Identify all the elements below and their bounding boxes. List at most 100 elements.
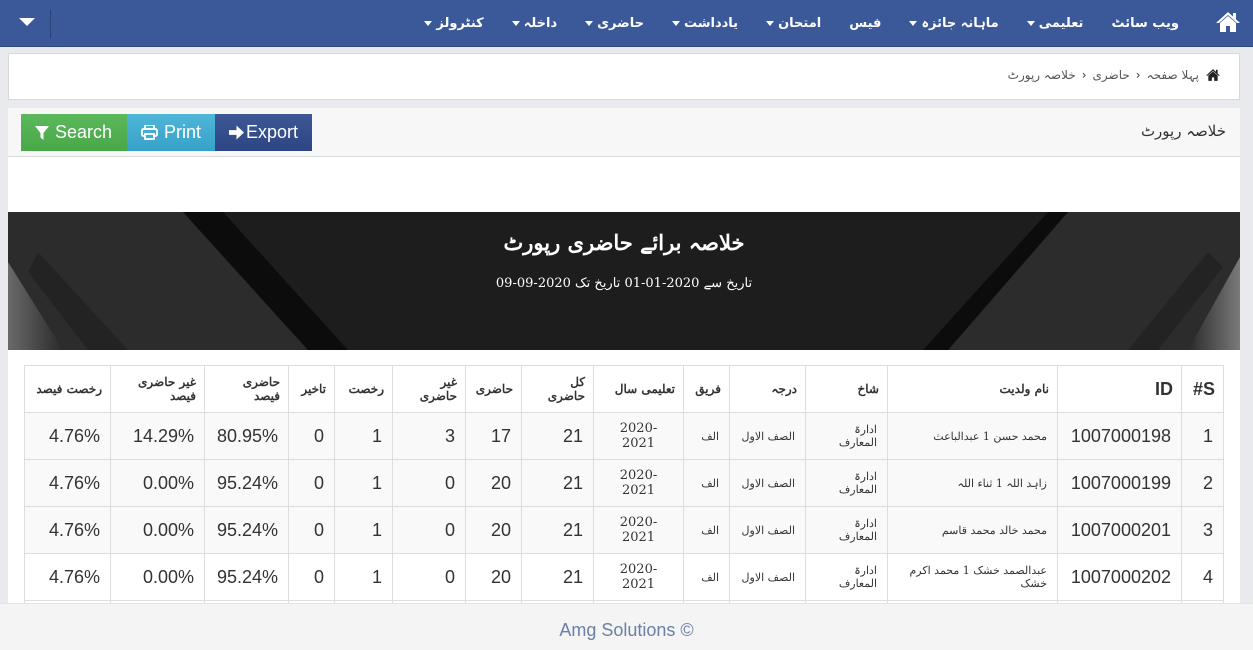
cell-absent: 0 — [392, 506, 466, 554]
caret-down-icon — [511, 21, 520, 26]
nav-item-label: امتحان — [778, 16, 822, 31]
table-header-row: S# ID نام ولدیت شاخ درجہ فریق تعلیمی سال… — [24, 365, 1224, 413]
home-icon[interactable] — [1205, 68, 1221, 82]
col-header-section[interactable]: فریق — [683, 365, 730, 413]
top-navbar: کنٹرولز داخلہ حاضری یادداشت امتحان فیس م… — [0, 0, 1253, 47]
chevron-left-icon: › — [1135, 68, 1141, 82]
nav-item-label: داخلہ — [523, 16, 558, 31]
panel-title: خلاصہ رپورٹ — [1140, 122, 1226, 140]
cell-present: 20 — [465, 506, 522, 554]
report-title: خلاصہ برائے حاضری رپورٹ — [503, 230, 745, 255]
nav-item-label: ویب سائٹ — [1111, 16, 1179, 31]
nav-item-attendance[interactable]: حاضری — [571, 0, 658, 47]
col-header-leave[interactable]: رخصت — [334, 365, 393, 413]
cell-late: 0 — [288, 553, 335, 601]
cell-year: 2020-2021 — [593, 553, 684, 601]
col-header-name[interactable]: نام ولدیت — [887, 365, 1058, 413]
breadcrumb-attendance[interactable]: حاضری — [1093, 68, 1130, 82]
cell-absent-pct: 0.00% — [110, 459, 205, 507]
cell-leave: 1 — [334, 412, 393, 460]
nav-item-admission[interactable]: داخلہ — [498, 0, 571, 47]
nav-item-exam[interactable]: امتحان — [752, 0, 835, 47]
table-row[interactable]: 1 1007000198 محمد حسن 1 عبدالباعث ادارۃ الم… — [24, 412, 1224, 460]
cell-branch: ادارۃ المعارف — [805, 506, 888, 554]
action-button-group: Search Print Export — [21, 114, 312, 151]
report-banner: خلاصہ برائے حاضری رپورٹ تاریخ سے 2020-01… — [8, 212, 1240, 350]
cell-total: 21 — [521, 412, 594, 460]
col-header-sn[interactable]: S# — [1181, 365, 1224, 413]
nav-item-label: تعلیمی — [1038, 16, 1084, 31]
nav-item-label: یادداشت — [683, 16, 739, 31]
cell-section: الف — [683, 553, 730, 601]
caret-down-icon — [19, 18, 35, 26]
arrow-right-icon — [229, 125, 244, 140]
col-header-id[interactable]: ID — [1057, 365, 1182, 413]
cell-absent: 0 — [392, 459, 466, 507]
col-header-year[interactable]: تعلیمی سال — [593, 365, 684, 413]
home-button[interactable] — [1215, 10, 1241, 34]
cell-section: الف — [683, 459, 730, 507]
cell-grade: الصف الاول — [729, 412, 806, 460]
cell-leave: 1 — [334, 506, 393, 554]
cell-branch: ادارۃ المعارف — [805, 412, 888, 460]
col-header-total[interactable]: کل حاضری — [521, 365, 594, 413]
search-button[interactable]: Search — [21, 114, 127, 151]
cell-leave-pct: 4.76% — [24, 412, 111, 460]
export-button[interactable]: Export — [215, 114, 312, 151]
col-header-late[interactable]: تاخیر — [288, 365, 335, 413]
cell-sn: 4 — [1181, 553, 1224, 601]
cell-present-pct: 95.24% — [204, 459, 289, 507]
cell-present-pct: 80.95% — [204, 412, 289, 460]
footer: Amg Solutions © — [0, 603, 1253, 650]
cell-year: 2020-2021 — [593, 459, 684, 507]
cell-leave-pct: 4.76% — [24, 553, 111, 601]
col-header-absent-pct[interactable]: غیر حاضری فیصد — [110, 365, 205, 413]
footer-copyright: Amg Solutions © — [559, 620, 694, 640]
col-header-present[interactable]: حاضری — [465, 365, 522, 413]
col-header-grade[interactable]: درجہ — [729, 365, 806, 413]
cell-leave: 1 — [334, 459, 393, 507]
nav-item-controls[interactable]: کنٹرولز — [410, 0, 497, 47]
search-button-label: Search — [55, 122, 113, 142]
chevron-left-icon: › — [1081, 68, 1087, 82]
cell-name: زاہد اللہ 1 ثناء اللہ — [887, 459, 1058, 507]
table-row[interactable]: 3 1007000201 محمد خالد محمد قاسم ادارۃ المع… — [24, 506, 1224, 554]
cell-grade: الصف الاول — [729, 459, 806, 507]
col-header-absent[interactable]: غیر حاضری — [392, 365, 466, 413]
cell-name: محمد حسن 1 عبدالباعث — [887, 412, 1058, 460]
nav-item-notes[interactable]: یادداشت — [658, 0, 752, 47]
nav-toggle-button[interactable] — [14, 14, 40, 32]
nav-item-academic[interactable]: تعلیمی — [1013, 0, 1098, 47]
breadcrumb-current: خلاصہ رپورٹ — [1007, 68, 1076, 82]
cell-absent-pct: 0.00% — [110, 553, 205, 601]
cell-present: 20 — [465, 553, 522, 601]
cell-total: 21 — [521, 506, 594, 554]
cell-sn: 2 — [1181, 459, 1224, 507]
nav-item-website[interactable]: ویب سائٹ — [1097, 0, 1193, 47]
cell-late: 0 — [288, 506, 335, 554]
report-panel: Search Print Export خلاصہ رپورٹ خلاصہ بر… — [8, 108, 1240, 648]
caret-down-icon — [766, 21, 775, 26]
breadcrumb: پہلا صفحہ › حاضری › خلاصہ رپورٹ — [1008, 68, 1221, 82]
cell-present-pct: 95.24% — [204, 553, 289, 601]
breadcrumb-container: پہلا صفحہ › حاضری › خلاصہ رپورٹ — [8, 53, 1240, 100]
print-button-label: Print — [163, 122, 201, 142]
caret-down-icon — [424, 21, 433, 26]
col-header-branch[interactable]: شاخ — [805, 365, 888, 413]
nav-item-fees[interactable]: فیس — [835, 0, 895, 47]
table-row[interactable]: 4 1007000202 عبدالصمد خشک 1 محمد اکرم خشک ا… — [24, 553, 1224, 601]
col-header-present-pct[interactable]: حاضری فیصد — [204, 365, 289, 413]
nav-menu: کنٹرولز داخلہ حاضری یادداشت امتحان فیس م… — [410, 0, 1193, 47]
print-icon — [141, 125, 158, 140]
print-button[interactable]: Print — [127, 114, 215, 151]
cell-total: 21 — [521, 553, 594, 601]
cell-late: 0 — [288, 412, 335, 460]
breadcrumb-home[interactable]: پہلا صفحہ — [1147, 68, 1199, 82]
cell-id: 1007000198 — [1057, 412, 1182, 460]
nav-item-monthly-review[interactable]: ماہانہ جائزہ — [895, 0, 1012, 47]
cell-name: محمد خالد محمد قاسم — [887, 506, 1058, 554]
caret-down-icon — [909, 21, 918, 26]
cell-year: 2020-2021 — [593, 412, 684, 460]
table-row[interactable]: 2 1007000199 زاہد اللہ 1 ثناء اللہ ادارۃ ال… — [24, 459, 1224, 507]
col-header-leave-pct[interactable]: رخصت فیصد — [24, 365, 111, 413]
